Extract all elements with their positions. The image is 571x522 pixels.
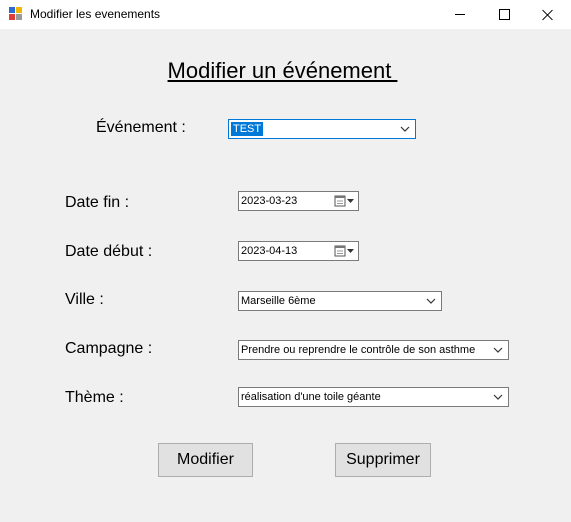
- app-icon: [9, 7, 23, 21]
- theme-value: réalisation d'une toile géante: [241, 391, 381, 403]
- event-combobox[interactable]: TEST: [228, 119, 416, 139]
- modifier-button[interactable]: Modifier: [158, 443, 253, 477]
- date-debut-picker[interactable]: 2023-04-13: [238, 241, 359, 261]
- ville-value: Marseille 6ème: [241, 295, 316, 307]
- calendar-icon[interactable]: [334, 244, 356, 258]
- campagne-combobox[interactable]: Prendre ou reprendre le contrôle de son …: [238, 340, 509, 360]
- ville-combobox[interactable]: Marseille 6ème: [238, 291, 442, 311]
- modifier-evenements-window: Modifier les evenements Modifier un évén…: [0, 0, 571, 522]
- calendar-icon[interactable]: [334, 194, 356, 208]
- campagne-label: Campagne :: [65, 340, 153, 357]
- supprimer-button[interactable]: Supprimer: [335, 443, 431, 477]
- window-title: Modifier les evenements: [30, 7, 161, 21]
- chevron-down-icon[interactable]: [491, 343, 505, 357]
- maximize-button[interactable]: [481, 0, 527, 29]
- page-title: Modifier un événement: [167, 58, 398, 83]
- theme-label: Thème :: [65, 389, 124, 406]
- campagne-value: Prendre ou reprendre le contrôle de son …: [241, 344, 476, 356]
- chevron-down-icon[interactable]: [398, 122, 412, 136]
- minimize-icon: [455, 14, 465, 15]
- minimize-button[interactable]: [437, 0, 483, 29]
- date-fin-value: 2023-03-23: [241, 195, 298, 207]
- close-icon: [542, 9, 554, 21]
- chevron-down-icon[interactable]: [491, 390, 505, 404]
- date-fin-picker[interactable]: 2023-03-23: [238, 191, 359, 211]
- theme-combobox[interactable]: réalisation d'une toile géante: [238, 387, 509, 407]
- event-value: TEST: [231, 122, 264, 136]
- maximize-icon: [498, 9, 510, 20]
- event-label: Événement :: [96, 119, 186, 136]
- date-debut-label: Date début :: [65, 243, 153, 260]
- chevron-down-icon[interactable]: [424, 294, 438, 308]
- title-bar: Modifier les evenements: [0, 0, 571, 29]
- date-fin-label: Date fin :: [65, 194, 130, 211]
- close-button[interactable]: [525, 0, 571, 29]
- date-debut-value: 2023-04-13: [241, 245, 298, 257]
- ville-label: Ville :: [65, 291, 104, 308]
